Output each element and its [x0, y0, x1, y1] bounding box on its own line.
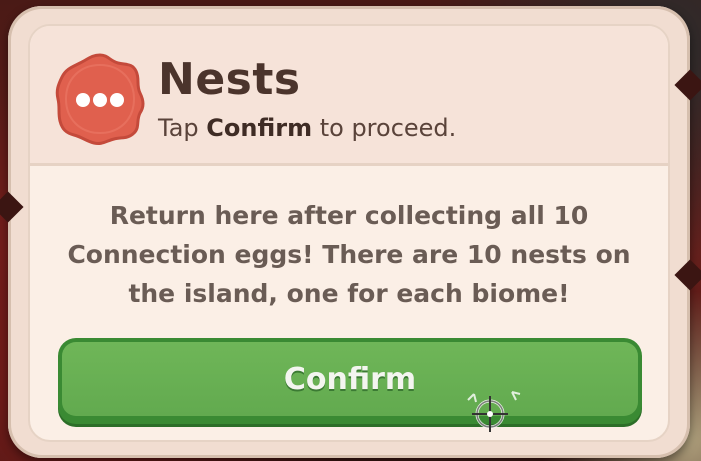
dialog-subtitle: Tap Confirm to proceed.: [158, 114, 456, 142]
confirm-button-face[interactable]: Confirm: [62, 342, 638, 416]
subtitle-prefix: Tap: [158, 114, 207, 142]
ellipsis-icon: [52, 51, 148, 147]
dialog-header: Nests Tap Confirm to proceed.: [30, 26, 668, 166]
subtitle-strong: Confirm: [206, 114, 313, 142]
dialog-message: Return here after collecting all 10 Conn…: [67, 201, 631, 308]
confirm-button-label: Confirm: [283, 361, 417, 397]
subtitle-suffix: to proceed.: [312, 114, 457, 142]
confirm-button[interactable]: Confirm: [58, 338, 642, 424]
tap-cursor-icon: [460, 386, 540, 446]
dialog-title: Nests: [158, 54, 301, 105]
frame-notch: [0, 191, 24, 223]
nests-dialog: Nests Tap Confirm to proceed. Return her…: [0, 6, 701, 458]
dialog-panel: Nests Tap Confirm to proceed. Return her…: [28, 24, 670, 442]
